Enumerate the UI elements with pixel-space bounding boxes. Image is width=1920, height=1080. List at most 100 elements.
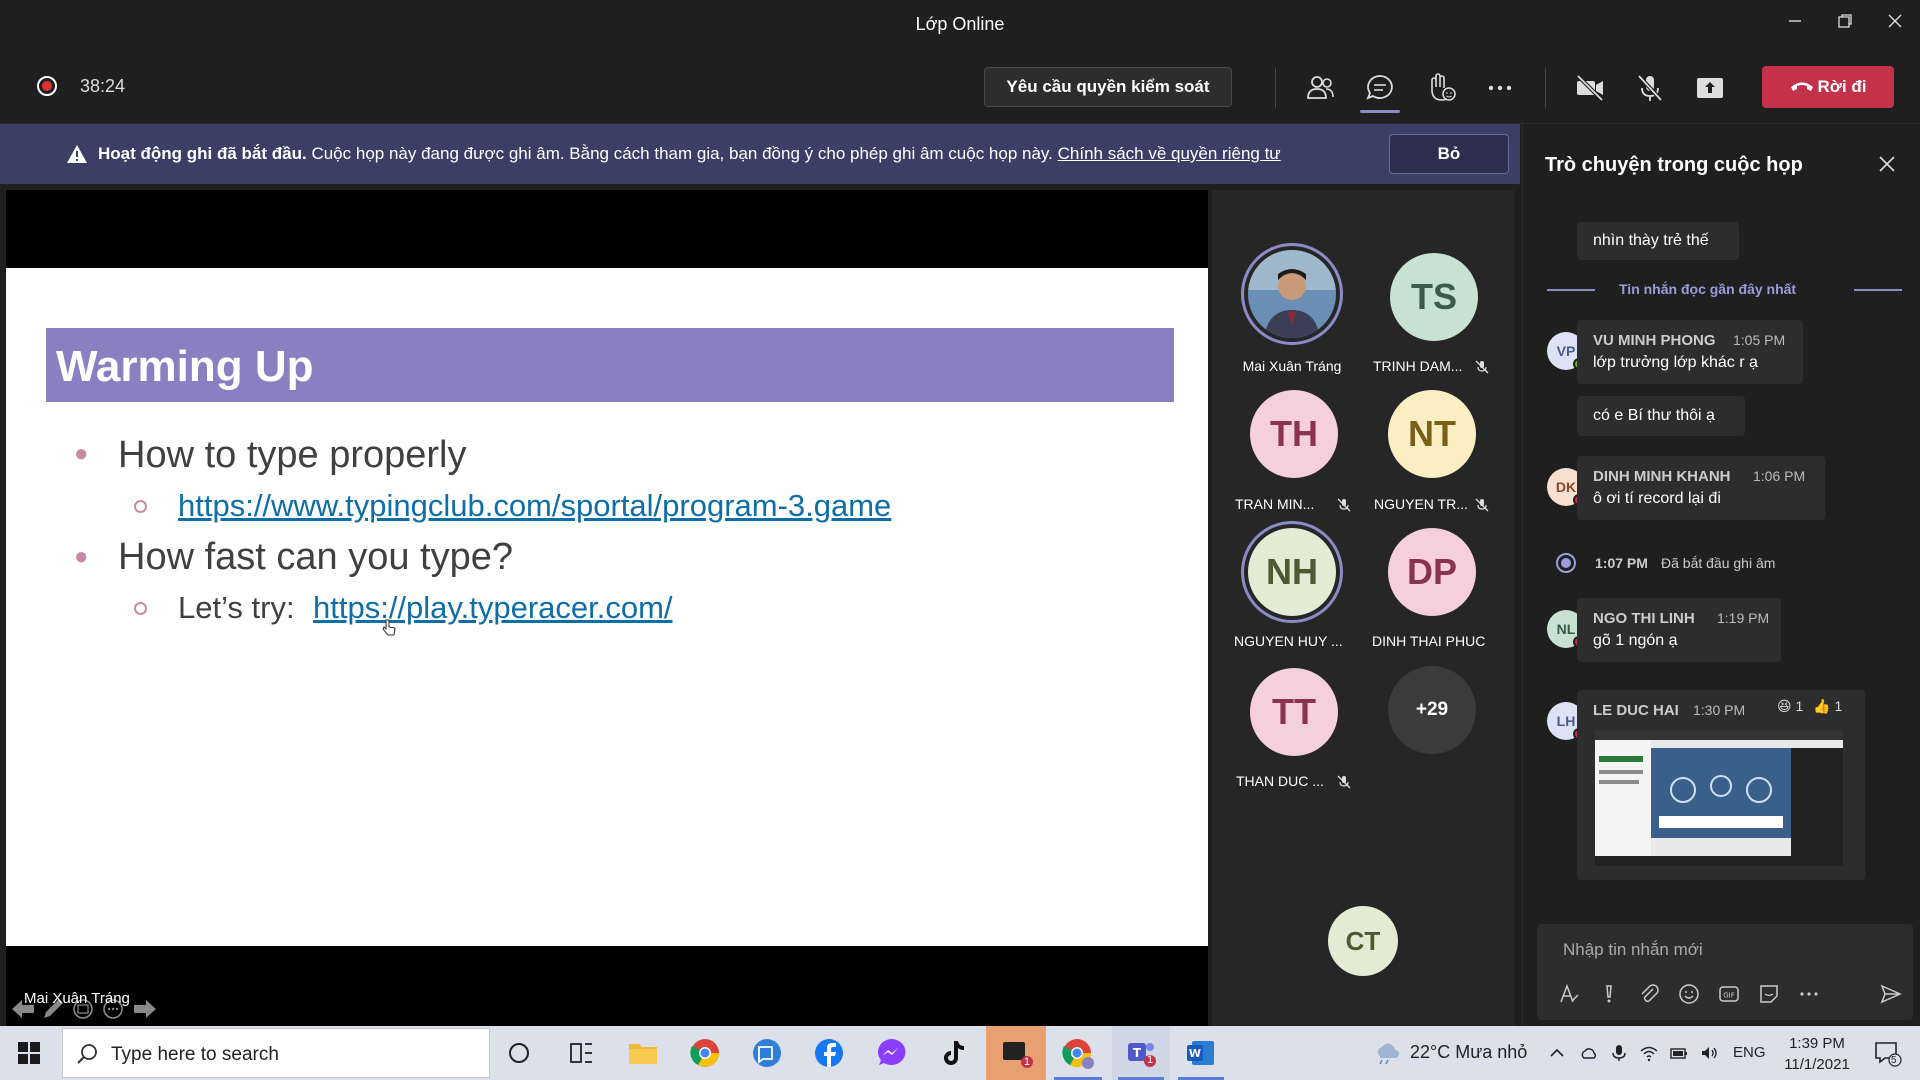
self-avatar[interactable]: CT	[1328, 906, 1398, 976]
laugh-reaction-count: 1	[1795, 698, 1804, 714]
typeracer-link[interactable]: https://play.typeracer.com/	[313, 590, 673, 626]
tiktok-icon[interactable]	[934, 1034, 972, 1072]
chat-icon[interactable]	[1362, 70, 1398, 106]
restore-icon	[1838, 14, 1852, 28]
microphone-icon[interactable]	[1610, 1044, 1628, 1062]
windows-start-icon[interactable]	[18, 1042, 40, 1064]
toolbar-divider	[1275, 68, 1276, 108]
file-explorer-icon[interactable]	[624, 1034, 662, 1072]
restore-button[interactable]	[1822, 8, 1868, 38]
weather-text[interactable]: 22°C Mưa nhỏ	[1410, 1042, 1527, 1063]
message-input[interactable]: Nhập tin nhắn mới	[1563, 940, 1703, 960]
reactions-summary[interactable]: 😆 1 👍 1	[1777, 698, 1842, 715]
onedrive-icon[interactable]	[1580, 1044, 1598, 1062]
send-icon[interactable]	[1879, 982, 1903, 1006]
facebook-icon[interactable]	[810, 1034, 848, 1072]
mic-off-icon[interactable]	[1632, 70, 1668, 106]
participant-avatar[interactable]: TT	[1250, 668, 1338, 756]
chrome-icon[interactable]	[686, 1034, 724, 1072]
taskbar-clock[interactable]: 1:39 PM 11/1/2021	[1772, 1033, 1862, 1075]
slide-bullet-1: How to type properly	[118, 434, 467, 476]
share-screen-icon[interactable]	[1692, 70, 1728, 106]
minimize-icon	[1789, 20, 1801, 22]
participant-avatar[interactable]: TS	[1390, 253, 1478, 341]
minimize-button[interactable]	[1772, 8, 1818, 38]
mic-off-icon	[1337, 775, 1351, 789]
battery-icon[interactable]	[1670, 1044, 1688, 1062]
privacy-policy-link[interactable]: Chính sách về quyền riêng tư	[1058, 144, 1281, 163]
close-window-button[interactable]	[1872, 8, 1918, 38]
chat-message-bubble: LE DUC HAI 1:30 PM 😆 1 👍 1	[1577, 690, 1865, 880]
taskbar-search-box[interactable]: Type here to search	[62, 1028, 490, 1078]
sub-bullet-icon	[134, 500, 147, 513]
participant-avatar[interactable]: TH	[1250, 390, 1338, 478]
hang-up-icon	[1790, 82, 1813, 91]
meeting-toolbar: 38:24 Yêu cầu quyền kiểm soát Rời đi	[0, 48, 1920, 124]
input-language[interactable]: ENG	[1733, 1044, 1766, 1061]
dismiss-banner-button[interactable]: Bỏ	[1389, 134, 1509, 174]
teams-taskbar-item[interactable]: T 1	[1112, 1026, 1170, 1080]
participant-avatar[interactable]	[1248, 250, 1336, 338]
shared-content-stage: Warming Up ● How to type properly https:…	[6, 190, 1208, 1026]
slide-sub-prefix: Let’s try:	[178, 590, 295, 625]
camera-off-icon[interactable]	[1572, 70, 1608, 106]
close-chat-icon[interactable]	[1875, 152, 1899, 176]
chat-message-text: nhìn thày trẻ thế	[1593, 232, 1709, 249]
close-icon	[1888, 14, 1902, 28]
zalo-icon[interactable]	[748, 1034, 786, 1072]
more-compose-options-icon[interactable]	[1797, 982, 1821, 1006]
gif-icon[interactable]: GIF	[1717, 982, 1741, 1006]
attach-icon[interactable]	[1637, 982, 1661, 1006]
chrome-profile-icon[interactable]	[1058, 1034, 1096, 1072]
word-icon[interactable]: W	[1182, 1034, 1220, 1072]
notification-center-icon[interactable]	[1872, 1038, 1902, 1068]
wifi-icon[interactable]	[1640, 1044, 1658, 1062]
more-options-icon[interactable]	[1482, 70, 1518, 106]
chat-timestamp: 1:05 PM	[1733, 332, 1786, 348]
participant-avatar[interactable]: NH	[1248, 528, 1336, 616]
sticker-icon[interactable]	[1757, 982, 1781, 1006]
participant-name: Mai Xuân Tráng	[1242, 358, 1342, 374]
task-view-icon[interactable]	[562, 1034, 600, 1072]
taskbar-highlighted-app[interactable]: 1	[986, 1026, 1046, 1080]
important-icon[interactable]	[1597, 982, 1621, 1006]
participants-gallery: Mai Xuân Tráng TS TRINH DAM... TH TRAN M…	[1212, 190, 1514, 1026]
slide-bullet-2: How fast can you type?	[118, 536, 513, 578]
bullet-icon: ●	[74, 543, 89, 570]
mic-off-icon	[1475, 498, 1489, 512]
banner-bold-text: Hoạt động ghi đã bắt đầu.	[98, 144, 307, 163]
sub-bullet-icon	[134, 602, 147, 615]
emoji-icon[interactable]	[1677, 982, 1701, 1006]
format-icon[interactable]	[1557, 982, 1581, 1006]
last-read-divider-left	[1547, 289, 1595, 291]
window-title: Lớp Online	[915, 14, 1005, 34]
cortana-icon[interactable]	[500, 1034, 538, 1072]
participant-name: NGUYEN HUY ...	[1234, 633, 1343, 649]
more-participants-button[interactable]: +29	[1388, 666, 1476, 754]
profile-photo-icon	[1248, 250, 1336, 338]
toolbar-divider	[1545, 68, 1546, 108]
banner-text: Hoạt động ghi đã bắt đầu. Cuộc họp này đ…	[98, 144, 1281, 164]
leave-label: Rời đi	[1817, 77, 1867, 96]
participant-avatar[interactable]: DP	[1388, 528, 1476, 616]
svg-text:T: T	[1133, 1046, 1142, 1060]
leave-button[interactable]: Rời đi	[1762, 66, 1894, 108]
volume-icon[interactable]	[1700, 1044, 1718, 1062]
typingclub-link[interactable]: https://www.typingclub.com/sportal/progr…	[178, 488, 891, 524]
presenter-name-label: Mai Xuân Tráng	[24, 990, 130, 1007]
request-control-button[interactable]: Yêu cầu quyền kiểm soát	[984, 67, 1232, 107]
notification-count: 5	[1891, 1055, 1897, 1066]
warning-icon	[67, 145, 87, 163]
chevron-up-icon[interactable]	[1548, 1044, 1566, 1062]
window-title-bar: Lớp Online	[0, 0, 1920, 48]
participants-icon[interactable]	[1302, 70, 1338, 106]
laugh-reaction-icon: 😆	[1777, 698, 1792, 714]
image-attachment-thumbnail[interactable]	[1595, 730, 1843, 866]
messenger-icon[interactable]	[872, 1034, 910, 1072]
participant-avatar[interactable]: NT	[1388, 390, 1476, 478]
recording-started-icon	[1556, 553, 1576, 573]
next-slide-icon[interactable]	[132, 996, 158, 1022]
chat-message-bubble: VU MINH PHONG 1:05 PM lớp trưởng lớp khá…	[1577, 320, 1803, 384]
compose-box: Nhập tin nhắn mới GIF	[1537, 924, 1913, 1020]
reactions-icon[interactable]	[1422, 70, 1458, 106]
